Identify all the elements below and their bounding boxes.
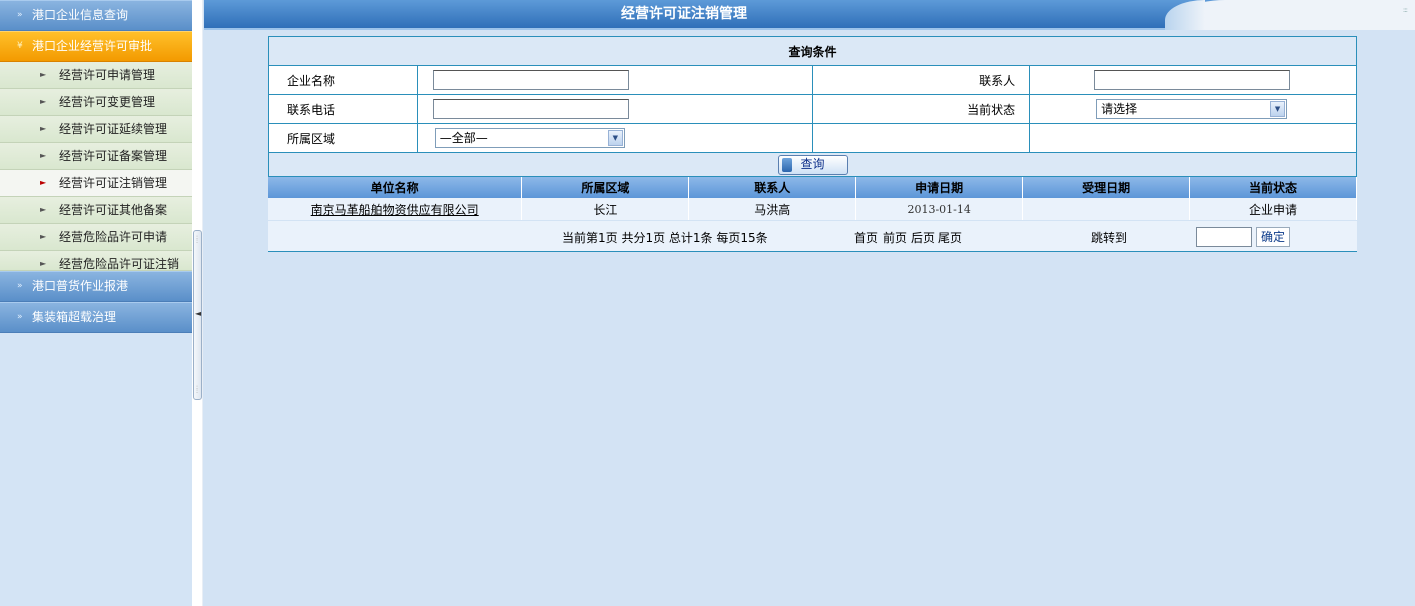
last-page-link[interactable]: 尾页 bbox=[938, 229, 962, 246]
column-header: 联系人 bbox=[688, 177, 857, 198]
status-cell: 企业申请 bbox=[1189, 198, 1357, 220]
page-title: 经营许可证注销管理 bbox=[621, 6, 747, 22]
sidebar-item-license-change[interactable]: ► 经营许可变更管理 bbox=[0, 89, 192, 116]
sidebar-item-label: 经营许可证延续管理 bbox=[59, 122, 168, 136]
title-bar: 经营许可证注销管理 ::: bbox=[204, 0, 1415, 30]
pagination-summary: 当前第1页 共分1页 总计1条 每页15条 bbox=[562, 231, 768, 245]
button-icon bbox=[781, 157, 792, 172]
column-header: 单位名称 bbox=[268, 177, 523, 198]
empty-cell bbox=[812, 123, 1031, 153]
sidebar-item-hazmat-application[interactable]: ► 经营危险品许可申请 bbox=[0, 224, 192, 251]
arrow-icon: ► bbox=[40, 97, 47, 106]
prev-page-link[interactable]: 前页 bbox=[883, 229, 907, 246]
query-button-row: 查询 bbox=[268, 152, 1357, 177]
first-page-link[interactable]: 首页 bbox=[854, 229, 878, 246]
pagination: 当前第1页 共分1页 总计1条 每页15条 首页 前页 后页 尾页 跳转到 确定 bbox=[268, 221, 1357, 252]
status-label: 当前状态 bbox=[812, 94, 1031, 124]
column-header: 当前状态 bbox=[1189, 177, 1357, 198]
column-header: 受理日期 bbox=[1022, 177, 1191, 198]
sidebar-item-label: 经营许可申请管理 bbox=[59, 68, 156, 82]
sidebar: » 港口企业信息查询 ¥ 港口企业经营许可审批 ► 经营许可申请管理 ► 经营许… bbox=[0, 0, 192, 606]
table-row: 南京马革船舶物资供应有限公司 长江 马洪高 2013-01-14 企业申请 bbox=[268, 198, 1357, 220]
chevron-down-icon: ▼ bbox=[607, 130, 623, 146]
next-page-link[interactable]: 后页 bbox=[911, 229, 935, 246]
contact-label: 联系人 bbox=[812, 65, 1031, 95]
expand-icon: » bbox=[17, 312, 22, 322]
search-button[interactable]: 查询 bbox=[777, 154, 848, 175]
chevron-down-icon: ▼ bbox=[1270, 101, 1286, 117]
status-select[interactable]: 请选择 ▼ bbox=[1096, 99, 1288, 119]
region-cell: 长江 bbox=[521, 198, 690, 220]
results-table: 单位名称 所属区域 联系人 申请日期 受理日期 当前状态 南京马革船舶物资供应有… bbox=[268, 177, 1357, 220]
company-link[interactable]: 南京马革船舶物资供应有限公司 bbox=[311, 203, 479, 217]
collapse-icon: ¥ bbox=[17, 41, 23, 51]
sidebar-item-label: 经营危险品许可申请 bbox=[59, 230, 168, 244]
corner-grip-icon: ::: bbox=[1402, 6, 1408, 14]
submenu: ► 经营许可申请管理 ► 经营许可变更管理 ► 经营许可证延续管理 ► 经营许可… bbox=[0, 62, 192, 271]
arrow-icon: ► bbox=[40, 151, 47, 160]
company-name-label: 企业名称 bbox=[268, 65, 418, 95]
table-header-row: 单位名称 所属区域 联系人 申请日期 受理日期 当前状态 bbox=[268, 177, 1357, 198]
jump-label: 跳转到 bbox=[1091, 231, 1128, 245]
expand-icon: » bbox=[17, 10, 22, 20]
sidebar-item-label: 经营许可证其他备案 bbox=[59, 203, 168, 217]
contact-cell bbox=[1029, 65, 1357, 95]
sidebar-item-license-filing[interactable]: ► 经营许可证备案管理 bbox=[0, 143, 192, 170]
nav-group-label: 集装箱超载治理 bbox=[32, 310, 117, 324]
apply-date-cell: 2013-01-14 bbox=[855, 198, 1024, 220]
phone-label: 联系电话 bbox=[268, 94, 418, 124]
title-bar-decoration bbox=[1165, 0, 1415, 30]
arrow-icon: ► bbox=[40, 232, 47, 241]
region-select[interactable]: —全部— ▼ bbox=[434, 128, 625, 148]
region-cell: —全部— ▼ bbox=[416, 123, 814, 153]
main-content: 经营许可证注销管理 ::: 查询条件 企业名称 联系人 联系电话 当前状态 请选… bbox=[204, 0, 1415, 606]
sidebar-item-license-renewal[interactable]: ► 经营许可证延续管理 bbox=[0, 116, 192, 143]
company-name-cell bbox=[416, 65, 814, 95]
sidebar-item-label: 经营许可证注销管理 bbox=[59, 176, 168, 190]
sidebar-item-license-application[interactable]: ► 经营许可申请管理 bbox=[0, 62, 192, 89]
arrow-icon: ► bbox=[40, 178, 47, 187]
sidebar-item-license-cancellation[interactable]: ► 经营许可证注销管理 bbox=[0, 170, 192, 197]
sidebar-splitter: :: ◄ :: bbox=[192, 0, 203, 606]
company-name-input[interactable] bbox=[432, 70, 629, 90]
chevron-left-icon: ◄ bbox=[195, 309, 202, 318]
arrow-icon: ► bbox=[40, 70, 47, 79]
nav-group-label: 港口企业经营许可审批 bbox=[32, 39, 153, 53]
nav-group-license-approval[interactable]: ¥ 港口企业经营许可审批 bbox=[0, 31, 192, 62]
sidebar-item-label: 经营许可证备案管理 bbox=[59, 149, 168, 163]
empty-cell bbox=[1029, 123, 1357, 153]
sidebar-item-label: 经营危险品许可证注销 bbox=[59, 257, 180, 271]
accept-date-cell bbox=[1022, 198, 1191, 220]
phone-input[interactable] bbox=[432, 99, 629, 119]
query-form-header: 查询条件 bbox=[268, 36, 1357, 66]
status-cell: 请选择 ▼ bbox=[1029, 94, 1357, 124]
nav-group-label: 港口普货作业报港 bbox=[32, 279, 129, 293]
contact-cell: 马洪高 bbox=[688, 198, 857, 220]
search-button-label: 查询 bbox=[800, 156, 825, 171]
column-header: 申请日期 bbox=[855, 177, 1024, 198]
grip-icon: :: bbox=[196, 234, 199, 245]
contact-input[interactable] bbox=[1094, 70, 1291, 90]
nav-group-container-overload[interactable]: » 集装箱超载治理 bbox=[0, 302, 192, 333]
nav-group-enterprise-info[interactable]: » 港口企业信息查询 bbox=[0, 0, 192, 31]
confirm-button[interactable]: 确定 bbox=[1256, 227, 1290, 247]
query-form: 查询条件 企业名称 联系人 联系电话 当前状态 请选择 ▼ 所属区域 —全部— bbox=[268, 36, 1357, 177]
sidebar-item-label: 经营许可变更管理 bbox=[59, 95, 156, 109]
sidebar-item-license-other-filing[interactable]: ► 经营许可证其他备案 bbox=[0, 197, 192, 224]
nav-group-cargo-report[interactable]: » 港口普货作业报港 bbox=[0, 271, 192, 302]
nav-group-label: 港口企业信息查询 bbox=[32, 8, 129, 22]
page-number-input[interactable] bbox=[1196, 227, 1252, 247]
status-select-value: 请选择 bbox=[1101, 102, 1138, 116]
sidebar-item-hazmat-cancellation[interactable]: ► 经营危险品许可证注销 bbox=[0, 251, 192, 271]
column-header: 所属区域 bbox=[521, 177, 690, 198]
arrow-icon: ► bbox=[40, 205, 47, 214]
company-cell: 南京马革船舶物资供应有限公司 bbox=[268, 198, 523, 220]
phone-cell bbox=[416, 94, 814, 124]
grip-icon: :: bbox=[196, 384, 199, 395]
arrow-icon: ► bbox=[40, 124, 47, 133]
collapse-sidebar-handle[interactable]: :: ◄ :: bbox=[193, 230, 202, 400]
expand-icon: » bbox=[17, 281, 22, 291]
region-select-value: —全部— bbox=[439, 131, 488, 145]
region-label: 所属区域 bbox=[268, 123, 418, 153]
